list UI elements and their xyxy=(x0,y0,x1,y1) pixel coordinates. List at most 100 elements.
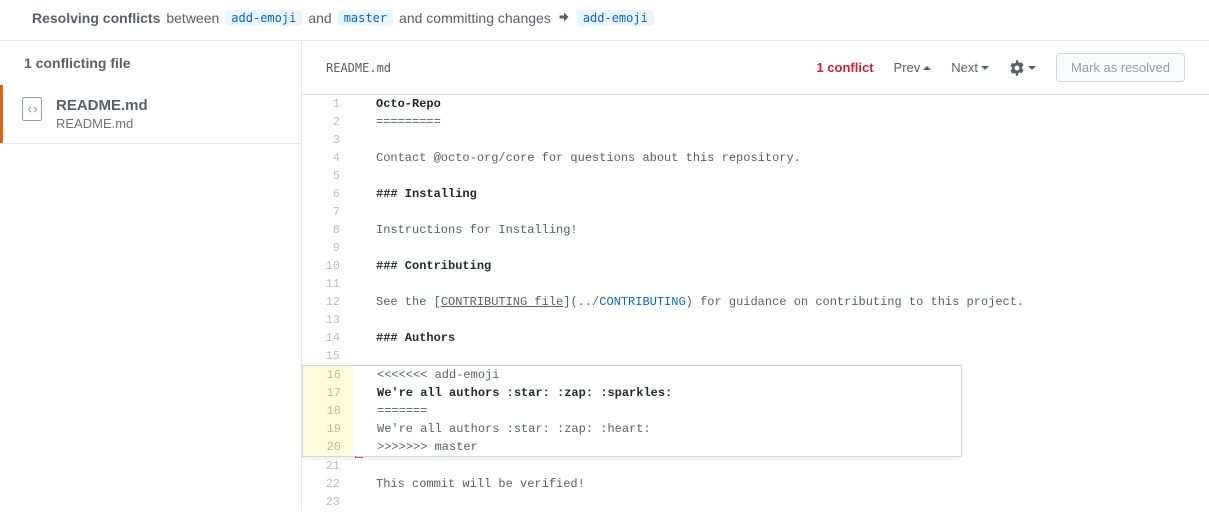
line-number: 12 xyxy=(302,293,352,311)
settings-menu[interactable] xyxy=(1009,60,1036,76)
line-content: This commit will be verified! xyxy=(352,475,1209,493)
line-content: ========= xyxy=(352,113,1209,131)
mark-resolved-button[interactable]: Mark as resolved xyxy=(1056,53,1185,82)
line-number: 4 xyxy=(302,149,352,167)
line-number: 21 xyxy=(302,457,352,475)
line-content: Instructions for Installing! xyxy=(352,221,1209,239)
merge-header: Resolving conflicts between add-emoji an… xyxy=(0,0,1209,40)
code-line: 11 xyxy=(302,275,1209,293)
branch-source[interactable]: add-emoji xyxy=(225,10,302,26)
sidebar: 1 conflicting file README.md README.md xyxy=(0,41,302,511)
line-number: 11 xyxy=(302,275,352,293)
prev-label: Prev xyxy=(894,60,921,75)
line-content xyxy=(352,239,1209,257)
file-primary-name: README.md xyxy=(56,97,148,114)
code-line: 4Contact @octo-org/core for questions ab… xyxy=(302,149,1209,167)
code-line: 8Instructions for Installing! xyxy=(302,221,1209,239)
line-number: 13 xyxy=(302,311,352,329)
editor-toolbar: README.md 1 conflict Prev Next Mark as r… xyxy=(302,41,1209,95)
next-label: Next xyxy=(951,60,978,75)
line-number: 7 xyxy=(302,203,352,221)
header-and: and xyxy=(308,10,331,26)
branch-target[interactable]: master xyxy=(338,10,393,26)
code-line: 9 xyxy=(302,239,1209,257)
code-line: 6### Installing xyxy=(302,185,1209,203)
code-line: 16<<<<<<< add-emoji xyxy=(303,366,961,384)
line-number: 16 xyxy=(303,366,353,384)
prev-button[interactable]: Prev xyxy=(894,60,932,75)
toolbar-right: 1 conflict Prev Next Mark as resolved xyxy=(816,53,1185,82)
line-number: 17 xyxy=(303,384,353,402)
line-content xyxy=(352,203,1209,221)
code-line: 19We're all authors :star: :zap: :heart: xyxy=(303,420,961,438)
line-number: 20 xyxy=(303,438,353,456)
code-line: 12See the [CONTRIBUTING file](../CONTRIB… xyxy=(302,293,1209,311)
line-content: Octo-Repo xyxy=(352,95,1209,113)
line-content: ======= xyxy=(353,402,961,420)
line-content xyxy=(352,131,1209,149)
line-number: 5 xyxy=(302,167,352,185)
line-content: Contact @octo-org/core for questions abo… xyxy=(352,149,1209,167)
code-line: 20>>>>>>> master xyxy=(303,438,961,456)
line-number: 10 xyxy=(302,257,352,275)
code-line: 17We're all authors :star: :zap: :sparkl… xyxy=(303,384,961,402)
line-content: See the [CONTRIBUTING file](../CONTRIBUT… xyxy=(352,293,1209,311)
line-content xyxy=(352,167,1209,185)
code-line: 2========= xyxy=(302,113,1209,131)
line-number: 6 xyxy=(302,185,352,203)
code-editor[interactable]: 1Octo-Repo2=========34Contact @octo-org/… xyxy=(302,95,1209,511)
line-number: 23 xyxy=(302,493,352,511)
arrow-right-icon xyxy=(557,10,571,26)
line-content: We're all authors :star: :zap: :sparkles… xyxy=(353,384,961,402)
line-number: 15 xyxy=(302,347,352,365)
conflict-block: 16<<<<<<< add-emoji17We're all authors :… xyxy=(302,365,962,457)
code-line: 5 xyxy=(302,167,1209,185)
line-number: 18 xyxy=(303,402,353,420)
code-line: 22This commit will be verified! xyxy=(302,475,1209,493)
line-content xyxy=(352,457,1209,475)
code-line: 7 xyxy=(302,203,1209,221)
chevron-down-icon xyxy=(1028,64,1036,72)
line-number: 8 xyxy=(302,221,352,239)
line-content: ### Contributing xyxy=(352,257,1209,275)
line-content xyxy=(352,275,1209,293)
chevron-up-icon xyxy=(923,64,931,72)
code-line: 10### Contributing xyxy=(302,257,1209,275)
main-area: 1 conflicting file README.md README.md R… xyxy=(0,40,1209,511)
code-line: 23 xyxy=(302,493,1209,511)
sidebar-count: 1 conflicting file xyxy=(0,41,301,85)
code-line: 14### Authors xyxy=(302,329,1209,347)
line-content: ### Installing xyxy=(352,185,1209,203)
code-line: 15 xyxy=(302,347,1209,365)
line-content: We're all authors :star: :zap: :heart: xyxy=(353,420,961,438)
line-number: 1 xyxy=(302,95,352,113)
next-button[interactable]: Next xyxy=(951,60,989,75)
line-number: 2 xyxy=(302,113,352,131)
line-content xyxy=(352,493,1209,511)
code-line: 13 xyxy=(302,311,1209,329)
file-names: README.md README.md xyxy=(56,97,148,131)
code-line: 3 xyxy=(302,131,1209,149)
code-file-icon xyxy=(22,97,42,121)
editor-pane: README.md 1 conflict Prev Next Mark as r… xyxy=(302,41,1209,511)
code-line: 21 xyxy=(302,457,1209,475)
branch-result[interactable]: add-emoji xyxy=(577,10,654,26)
chevron-down-icon xyxy=(981,64,989,72)
conflict-count: 1 conflict xyxy=(816,60,873,75)
line-number: 19 xyxy=(303,420,353,438)
editor-filename: README.md xyxy=(326,61,391,75)
code-line: 18======= xyxy=(303,402,961,420)
sidebar-file-item[interactable]: README.md README.md xyxy=(0,85,301,144)
header-between: between xyxy=(166,10,219,26)
gear-icon xyxy=(1009,60,1025,76)
header-committing: and committing changes xyxy=(399,10,551,26)
line-content xyxy=(352,347,1209,365)
line-content: ### Authors xyxy=(352,329,1209,347)
line-content xyxy=(352,311,1209,329)
code-line: 1Octo-Repo xyxy=(302,95,1209,113)
line-number: 9 xyxy=(302,239,352,257)
line-number: 22 xyxy=(302,475,352,493)
line-content: <<<<<<< add-emoji xyxy=(353,366,961,384)
line-content: >>>>>>> master xyxy=(353,438,961,456)
line-number: 14 xyxy=(302,329,352,347)
